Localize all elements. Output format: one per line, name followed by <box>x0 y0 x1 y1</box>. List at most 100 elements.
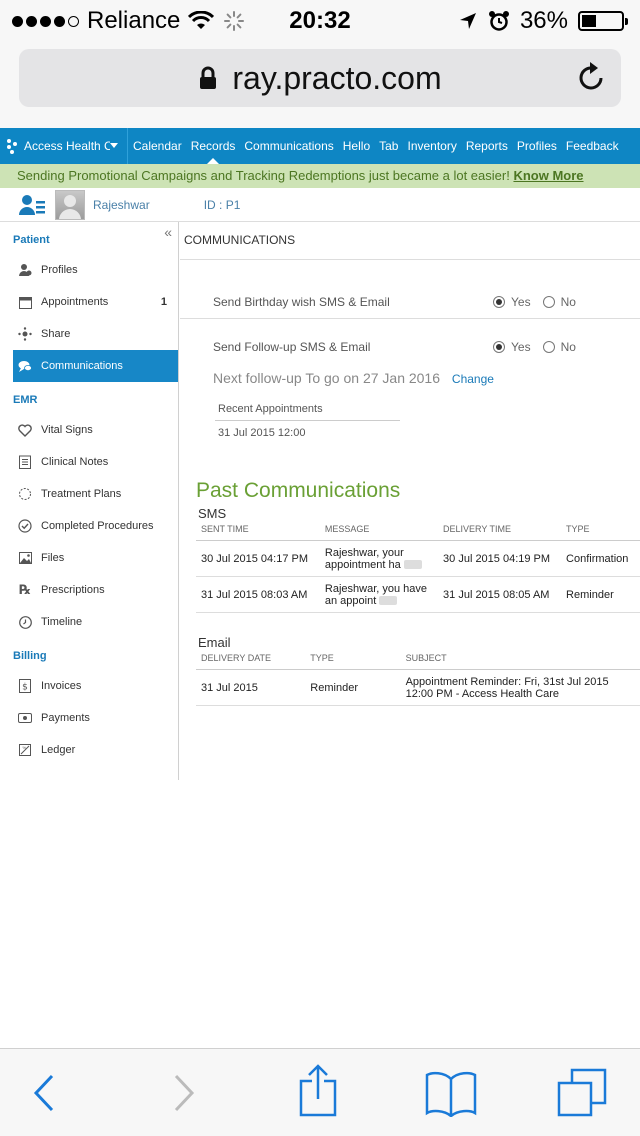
promo-text: Sending Promotional Campaigns and Tracki… <box>17 168 510 183</box>
sms-title: SMS <box>198 506 227 521</box>
battery-level <box>582 15 596 27</box>
browser-toolbar <box>0 1048 640 1136</box>
followup-yes-radio[interactable] <box>493 341 505 353</box>
sidebar-item-label: Files <box>41 552 65 564</box>
sidebar-item-label: Vital Signs <box>41 424 93 436</box>
image-icon <box>18 551 32 565</box>
birthday-yes-radio[interactable] <box>493 296 505 308</box>
appointments-count: 1 <box>160 296 167 308</box>
tabs-icon[interactable] <box>556 1067 610 1119</box>
nav-records[interactable]: Records <box>187 128 240 164</box>
forward-icon[interactable] <box>172 1073 196 1113</box>
followup-no-radio[interactable] <box>542 341 555 353</box>
app-top-nav: Access Health Care Calendar Records Comm… <box>0 128 640 164</box>
address-field[interactable]: ray.practo.com <box>19 49 621 107</box>
share-icon <box>18 327 32 341</box>
nav-tab[interactable]: Tab <box>375 128 402 164</box>
patient-header: Rajeshwar ID : P1 <box>0 188 640 222</box>
notes-icon <box>18 455 32 469</box>
sidebar-item-payments[interactable]: Payments <box>0 702 178 734</box>
birthday-label: Send Birthday wish SMS & Email <box>213 295 390 309</box>
sidebar-item-label: Ledger <box>41 744 76 756</box>
patient-list-icon[interactable] <box>18 193 46 217</box>
sidebar-item-files[interactable]: Files <box>0 542 178 574</box>
recent-appointments-header: Recent Appointments <box>215 397 400 421</box>
sidebar-item-label: Prescriptions <box>41 584 105 596</box>
sidebar-item-label: Profiles <box>41 264 78 276</box>
sms-table: SENT TIME MESSAGE DELIVERY TIME TYPE 30 … <box>196 521 640 613</box>
delivery-time: 31 Jul 2015 08:05 AM <box>438 576 562 613</box>
sidebar-item-vital-signs[interactable]: Vital Signs <box>0 414 178 446</box>
url-text: ray.practo.com <box>232 59 442 96</box>
followup-yes-label: Yes <box>511 340 531 354</box>
more-icon[interactable] <box>379 596 398 606</box>
page-title: COMMUNICATIONS <box>180 222 640 260</box>
table-row: 31 Jul 2015 08:03 AM Rajeshwar, you have… <box>196 576 640 613</box>
next-followup: Next follow-up To go on 27 Jan 2016 Chan… <box>180 369 640 397</box>
followup-radio-group: Yes No <box>493 340 576 354</box>
reload-icon[interactable] <box>577 61 607 93</box>
share-sheet-icon[interactable] <box>298 1063 338 1119</box>
check-circle-icon <box>18 519 32 533</box>
nav-calendar[interactable]: Calendar <box>129 128 186 164</box>
ledger-icon: % <box>18 743 32 757</box>
calendar-icon <box>18 295 32 309</box>
column-header: MESSAGE <box>319 521 439 541</box>
heart-icon <box>18 423 32 437</box>
sidebar-item-label: Payments <box>41 712 90 724</box>
svg-text:%: % <box>23 745 27 750</box>
nav-reports[interactable]: Reports <box>462 128 512 164</box>
sidebar: Patient « Profiles Appointments 1 Share … <box>0 222 179 780</box>
sidebar-item-completed-procedures[interactable]: Completed Procedures <box>0 510 178 542</box>
plan-icon <box>18 487 32 501</box>
sidebar-item-share[interactable]: Share <box>0 318 178 350</box>
bookmarks-icon[interactable] <box>424 1069 478 1117</box>
alarm-icon <box>488 11 509 31</box>
birthday-no-radio[interactable] <box>542 296 555 308</box>
nav-inventory[interactable]: Inventory <box>403 128 460 164</box>
section-patient-title: Patient <box>13 234 50 246</box>
next-followup-text: Next follow-up To go on 27 Jan 2016 <box>213 370 441 386</box>
birthday-no-label: No <box>560 295 576 309</box>
patient-id: ID : P1 <box>203 197 241 212</box>
followup-label: Send Follow-up SMS & Email <box>213 340 371 354</box>
collapse-icon[interactable]: « <box>164 214 172 250</box>
nav-communications[interactable]: Communications <box>240 128 337 164</box>
sidebar-item-prescriptions[interactable]: ℞ Prescriptions <box>0 574 178 606</box>
sidebar-item-invoices[interactable]: $ Invoices <box>0 670 178 702</box>
sidebar-item-communications[interactable]: Communications <box>13 350 178 382</box>
payment-icon <box>18 711 32 725</box>
followup-no-label: No <box>560 340 576 354</box>
sent-time: 31 Jul 2015 08:03 AM <box>196 576 320 613</box>
table-row: 30 Jul 2015 04:17 PM Rajeshwar, your app… <box>196 540 640 577</box>
sidebar-item-ledger[interactable]: % Ledger <box>0 734 178 766</box>
back-icon[interactable] <box>32 1073 56 1113</box>
more-icon[interactable] <box>403 560 422 570</box>
change-link[interactable]: Change <box>452 372 494 386</box>
column-header: SUBJECT <box>400 650 640 670</box>
sidebar-item-treatment-plans[interactable]: Treatment Plans <box>0 478 178 510</box>
sidebar-item-appointments[interactable]: Appointments 1 <box>0 286 178 318</box>
nav-hello[interactable]: Hello <box>339 128 374 164</box>
sidebar-item-label: Completed Procedures <box>41 520 154 532</box>
column-header: TYPE <box>305 650 401 670</box>
practo-logo-icon <box>7 139 17 154</box>
nav-profiles[interactable]: Profiles <box>513 128 561 164</box>
nav-feedback[interactable]: Feedback <box>562 128 623 164</box>
sidebar-item-label: Share <box>41 328 71 340</box>
lock-icon <box>200 66 217 89</box>
sidebar-item-label: Timeline <box>41 616 83 628</box>
clinic-selector[interactable]: Access Health Care <box>0 128 128 164</box>
sidebar-item-timeline[interactable]: Timeline <box>0 606 178 638</box>
patient-name[interactable]: Rajeshwar <box>93 198 150 212</box>
clock-icon <box>18 615 32 629</box>
know-more-link[interactable]: Know More <box>513 168 583 183</box>
section-emr: EMR <box>0 382 178 414</box>
birthday-yes-label: Yes <box>511 295 531 309</box>
sidebar-item-profiles[interactable]: Profiles <box>0 254 178 286</box>
delivery-date: 31 Jul 2015 <box>196 669 306 706</box>
sidebar-item-clinical-notes[interactable]: Clinical Notes <box>0 446 178 478</box>
birthday-setting-row: Send Birthday wish SMS & Email Yes No <box>180 280 640 324</box>
message-cell: Rajeshwar, you have an appoint <box>319 576 439 613</box>
birthday-radio-group: Yes No <box>493 295 576 309</box>
